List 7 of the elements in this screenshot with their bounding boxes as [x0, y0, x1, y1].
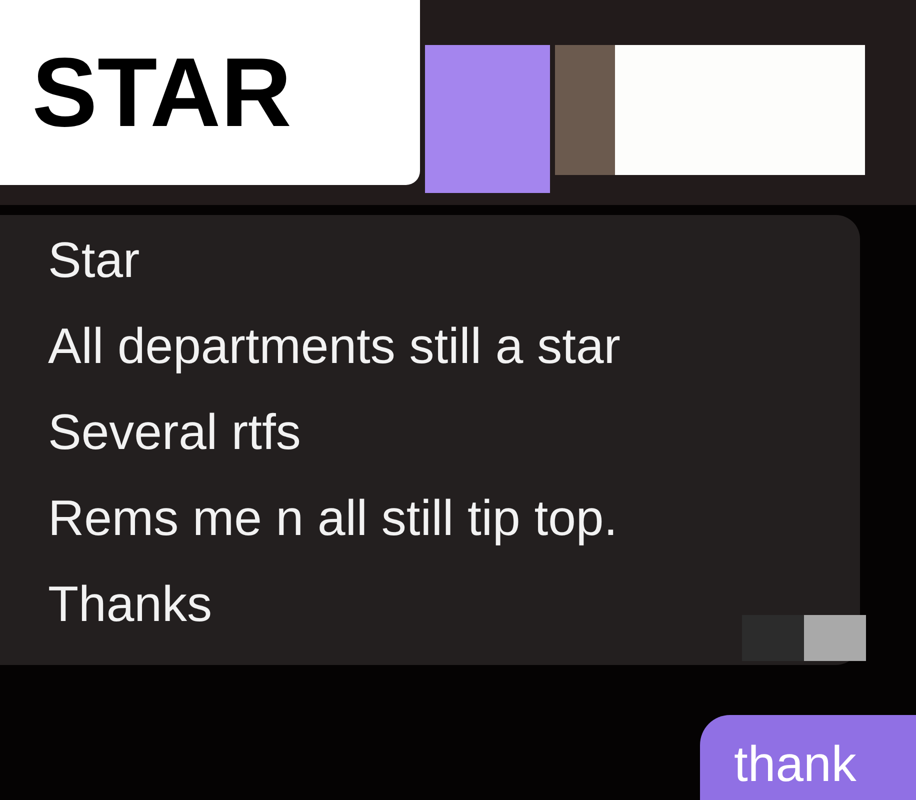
message-text: Rems me n all still tip top.	[48, 489, 618, 548]
message-text: Star	[48, 231, 140, 290]
message-text: Several rtfs	[48, 403, 301, 462]
message-text: All departments still a star	[48, 317, 620, 376]
message-text: thank	[734, 735, 856, 794]
chat-title: STAR	[0, 0, 420, 185]
message-text: Thanks	[48, 575, 212, 634]
